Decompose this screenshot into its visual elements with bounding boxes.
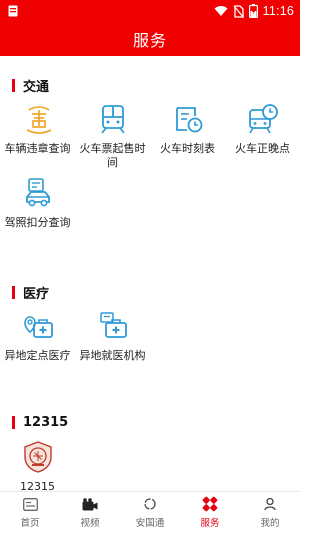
title-bar: 服务	[0, 22, 300, 56]
tab-anguotong[interactable]: 安国通	[120, 492, 180, 533]
service-label: 车辆违章查询	[4, 142, 71, 155]
service-remote-hospital[interactable]: 异地就医机构	[75, 309, 150, 363]
page-title: 服务	[132, 31, 167, 50]
train-delay-icon	[246, 102, 280, 136]
service-label: 异地就医机构	[79, 349, 146, 362]
tab-services[interactable]: 服务	[180, 492, 240, 533]
section-title: 交通	[23, 79, 50, 95]
section-title: 医疗	[23, 286, 50, 302]
section-marker	[12, 78, 15, 92]
tab-label: 我的	[260, 518, 280, 529]
notification-icon	[8, 5, 18, 17]
service-train-delay[interactable]: 火车正晚点	[225, 102, 300, 156]
wifi-icon	[214, 6, 228, 16]
section-marker	[12, 415, 15, 429]
tab-label: 安国通	[135, 518, 165, 529]
section-header: 医疗	[12, 283, 50, 302]
service-train-schedule[interactable]: 火车时刻表	[150, 102, 225, 156]
service-license-points[interactable]: 驾照扣分查询	[0, 176, 75, 230]
tab-video[interactable]: 视频	[60, 492, 120, 533]
clock-time: 11:16	[262, 4, 294, 18]
battery-icon	[248, 4, 258, 18]
service-remote-medical[interactable]: 异地定点医疗	[0, 309, 75, 363]
tab-label: 视频	[80, 518, 100, 529]
tab-label: 服务	[200, 518, 220, 529]
section-header: 12315	[12, 413, 68, 431]
bottom-tab-bar: 首页 视频 安国通 服务 我的	[0, 491, 300, 533]
train-ticket-icon	[96, 102, 130, 136]
circle-icon	[142, 496, 158, 512]
status-bar: 11:16	[0, 0, 300, 22]
services-icon	[202, 496, 218, 512]
service-label: 火车正晚点	[235, 142, 290, 155]
service-label: 火车时刻表	[160, 142, 215, 155]
service-12315[interactable]: 12315	[0, 440, 75, 494]
tab-home[interactable]: 首页	[0, 492, 60, 533]
consumer-complaint-badge-icon	[21, 440, 55, 474]
service-label: 火车票起售时间	[79, 142, 146, 169]
vehicle-violation-icon	[21, 102, 55, 136]
video-camera-icon	[82, 496, 98, 512]
service-train-ticket-time[interactable]: 火车票起售时间	[75, 102, 150, 170]
license-points-icon	[21, 176, 55, 210]
service-label: 驾照扣分查询	[4, 216, 71, 229]
section-marker	[12, 285, 15, 299]
section-header: 交通	[12, 76, 50, 95]
section-title: 12315	[23, 414, 69, 430]
person-icon	[262, 496, 278, 512]
service-label: 异地定点医疗	[4, 349, 71, 362]
remote-medical-icon	[21, 309, 55, 343]
home-icon	[22, 496, 38, 512]
service-vehicle-violation[interactable]: 车辆违章查询	[0, 102, 75, 156]
remote-hospital-icon	[96, 309, 130, 343]
train-schedule-icon	[171, 102, 205, 136]
tab-mine[interactable]: 我的	[240, 492, 300, 533]
no-sim-icon	[233, 4, 244, 18]
tab-label: 首页	[20, 518, 40, 529]
